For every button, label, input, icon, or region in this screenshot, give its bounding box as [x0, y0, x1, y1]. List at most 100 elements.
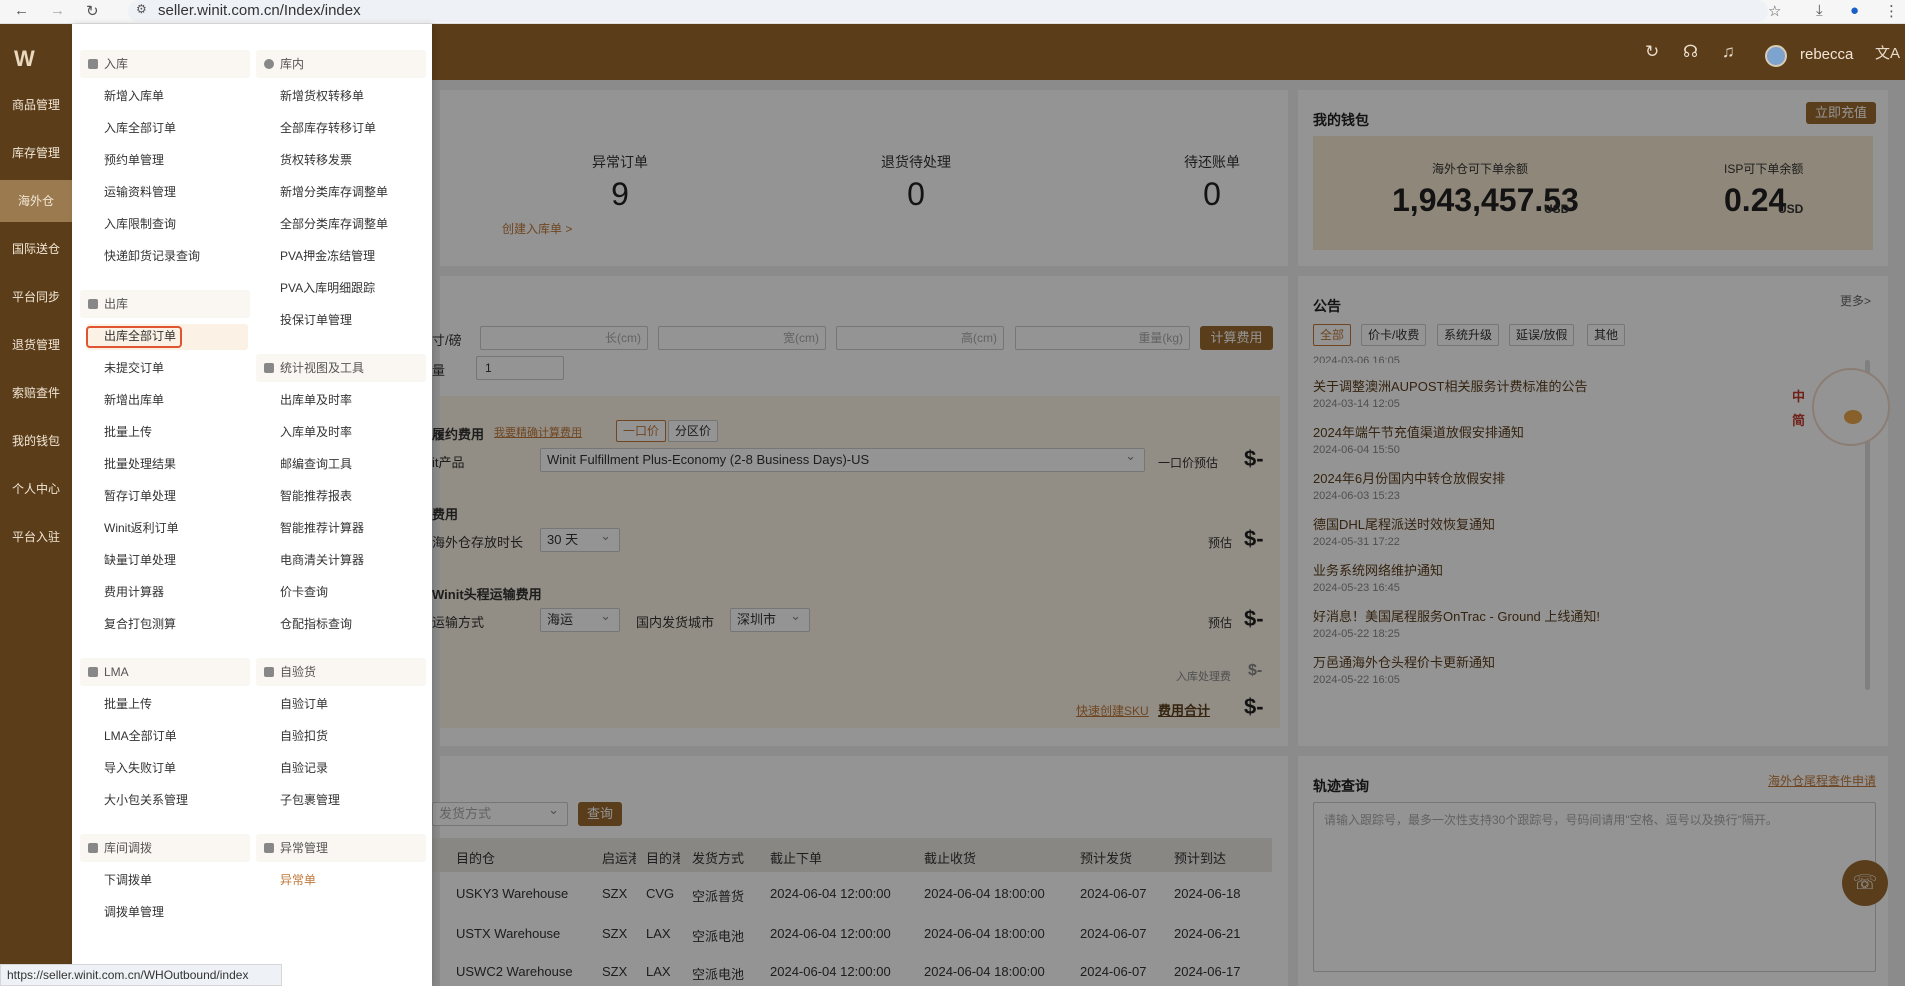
menu-item-stats[interactable]: 电商清关计算器: [280, 550, 364, 570]
menu-item-stats[interactable]: 出库单及时率: [280, 390, 352, 410]
col-header-order-cutoff[interactable]: 截止下单: [770, 848, 822, 867]
menu-item-stock[interactable]: 新增货权转移单: [280, 86, 364, 106]
menu-item-inbound[interactable]: 入库全部订单: [104, 118, 176, 138]
support-chat-icon[interactable]: ☏: [1842, 860, 1888, 906]
menu-item-stock[interactable]: PVA押金冻结管理: [280, 246, 375, 266]
menu-dots-icon[interactable]: ⋮: [1884, 2, 1899, 20]
announcement-item[interactable]: 关于调整澳洲AUPOST相关服务计费标准的公告: [1313, 376, 1587, 395]
weight-input[interactable]: 重量(kg): [1015, 326, 1190, 350]
profile-icon[interactable]: ●: [1850, 2, 1859, 19]
menu-item-stock[interactable]: 全部库存转移订单: [280, 118, 376, 138]
query-button[interactable]: 查询: [578, 802, 622, 826]
storage-duration-select[interactable]: 30 天: [540, 525, 620, 552]
menu-item-stock[interactable]: PVA入库明细跟踪: [280, 278, 375, 298]
announcement-item[interactable]: 好消息！美国尾程服务OnTrac - Ground 上线通知!: [1313, 606, 1600, 625]
menu-item-exception[interactable]: 异常单: [280, 870, 316, 890]
menu-item-stock[interactable]: 投保订单管理: [280, 310, 352, 330]
menu-item-stats[interactable]: 价卡查询: [280, 582, 328, 602]
announcement-item[interactable]: 2024年端午节充值渠道放假安排通知: [1313, 422, 1524, 441]
headset-icon[interactable]: ☊: [1683, 42, 1698, 62]
sidebar-item-inventory[interactable]: 库存管理: [0, 132, 72, 174]
stat-value-bills[interactable]: 0: [1132, 176, 1292, 213]
menu-item-outbound-all[interactable]: 出库全部订单: [104, 326, 176, 346]
menu-item-selfcheck[interactable]: 自验记录: [280, 758, 328, 778]
quick-create-sku-link[interactable]: 快速创建SKU: [1076, 702, 1149, 719]
menu-item-stats[interactable]: 智能推荐计算器: [280, 518, 364, 538]
sidebar-item-profile[interactable]: 个人中心: [0, 468, 72, 510]
menu-item-inbound[interactable]: 运输资料管理: [104, 182, 176, 202]
precise-calc-link[interactable]: 我要精确计算费用: [494, 424, 582, 440]
ship-method-select[interactable]: 发货方式: [432, 799, 568, 826]
recharge-button[interactable]: 立即充值: [1806, 102, 1876, 124]
stat-value-exception[interactable]: 9: [540, 176, 700, 213]
sidebar-item-platform-sync[interactable]: 平台同步: [0, 276, 72, 318]
menu-item-inbound[interactable]: 快递卸货记录查询: [104, 246, 200, 266]
calculate-fee-button[interactable]: 计算费用: [1200, 326, 1273, 350]
tab-holiday[interactable]: 延误/放假: [1509, 324, 1575, 346]
translate-icon[interactable]: 文A: [1875, 42, 1900, 63]
username[interactable]: rebecca: [1800, 46, 1853, 63]
menu-item-outbound[interactable]: Winit返利订单: [104, 518, 179, 538]
menu-item-outbound[interactable]: 暂存订单处理: [104, 486, 176, 506]
menu-item-transfer[interactable]: 调拨单管理: [104, 902, 164, 922]
menu-item-outbound[interactable]: 费用计算器: [104, 582, 164, 602]
reload-icon[interactable]: ↻: [86, 2, 99, 20]
menu-item-outbound[interactable]: 缺量订单处理: [104, 550, 176, 570]
announcement-item[interactable]: 业务系统网络维护通知: [1313, 560, 1443, 579]
menu-item-outbound[interactable]: 批量上传: [104, 422, 152, 442]
menu-item-selfcheck[interactable]: 子包裹管理: [280, 790, 340, 810]
announcement-item[interactable]: 2024年6月份国内中转仓放假安排: [1313, 468, 1505, 487]
width-input[interactable]: 宽(cm): [658, 326, 826, 350]
menu-item-stats[interactable]: 邮编查询工具: [280, 454, 352, 474]
announcement-item[interactable]: 万邑通海外仓头程价卡更新通知: [1313, 652, 1495, 671]
sidebar-item-overseas[interactable]: 海外仓: [0, 180, 72, 222]
stat-value-returns[interactable]: 0: [836, 176, 996, 213]
transport-select[interactable]: 海运: [540, 605, 620, 632]
sidebar-item-wallet[interactable]: 我的钱包: [0, 420, 72, 462]
menu-item-outbound[interactable]: 复合打包测算: [104, 614, 176, 634]
menu-item-outbound[interactable]: 未提交订单: [104, 358, 164, 378]
tab-price[interactable]: 价卡/收费: [1361, 324, 1427, 346]
bell-icon[interactable]: ♫: [1722, 42, 1735, 62]
tab-zone-price[interactable]: 分区价: [668, 420, 719, 442]
forward-icon[interactable]: →: [50, 2, 65, 19]
menu-item-lma[interactable]: LMA全部订单: [104, 726, 177, 746]
menu-item-lma[interactable]: 批量上传: [104, 694, 152, 714]
winit-logo[interactable]: W: [14, 46, 35, 72]
quantity-input[interactable]: 1: [476, 356, 564, 380]
length-input[interactable]: 长(cm): [480, 326, 648, 350]
create-inbound-link[interactable]: 创建入库单 >: [502, 220, 572, 237]
tab-flat-price[interactable]: 一口价: [616, 420, 667, 442]
sidebar-item-claims[interactable]: 索赔查件: [0, 372, 72, 414]
address-bar[interactable]: [128, 0, 1768, 22]
bookmark-star-icon[interactable]: ☆: [1768, 2, 1781, 20]
city-select[interactable]: 深圳市: [730, 605, 810, 632]
sidebar-item-returns[interactable]: 退货管理: [0, 324, 72, 366]
sidebar-item-international[interactable]: 国际送仓: [0, 228, 72, 270]
menu-item-transfer[interactable]: 下调拨单: [104, 870, 152, 890]
col-header-est-arrive[interactable]: 预计到达: [1174, 848, 1226, 867]
menu-item-inbound[interactable]: 预约单管理: [104, 150, 164, 170]
announcement-item[interactable]: 德国DHL尾程派送时效恢复通知: [1313, 514, 1495, 533]
more-link[interactable]: 更多>: [1840, 292, 1871, 309]
menu-item-stock[interactable]: 全部分类库存调整单: [280, 214, 388, 234]
sidebar-item-platform-join[interactable]: 平台入驻: [0, 516, 72, 558]
tab-all[interactable]: 全部: [1313, 324, 1352, 346]
menu-item-stats[interactable]: 智能推荐报表: [280, 486, 352, 506]
menu-item-outbound[interactable]: 新增出库单: [104, 390, 164, 410]
menu-item-stock[interactable]: 新增分类库存调整单: [280, 182, 388, 202]
menu-item-stats[interactable]: 仓配指标查询: [280, 614, 352, 634]
menu-item-stats[interactable]: 入库单及时率: [280, 422, 352, 442]
tail-tracking-link[interactable]: 海外仓尾程查件申请: [1768, 772, 1876, 789]
col-header-est-ship[interactable]: 预计发货: [1080, 848, 1132, 867]
avatar[interactable]: [1765, 45, 1787, 67]
menu-item-stock[interactable]: 货权转移发票: [280, 150, 352, 170]
total-fee-label[interactable]: 费用合计: [1158, 700, 1210, 719]
url-text[interactable]: seller.winit.com.cn/Index/index: [158, 2, 361, 19]
download-icon[interactable]: ⤓: [1816, 2, 1823, 19]
menu-item-selfcheck[interactable]: 自验扣货: [280, 726, 328, 746]
menu-item-inbound[interactable]: 入库限制查询: [104, 214, 176, 234]
tab-other[interactable]: 其他: [1587, 324, 1626, 346]
sidebar-item-products[interactable]: 商品管理: [0, 84, 72, 126]
product-select[interactable]: Winit Fulfillment Plus-Economy (2-8 Busi…: [540, 445, 1145, 472]
